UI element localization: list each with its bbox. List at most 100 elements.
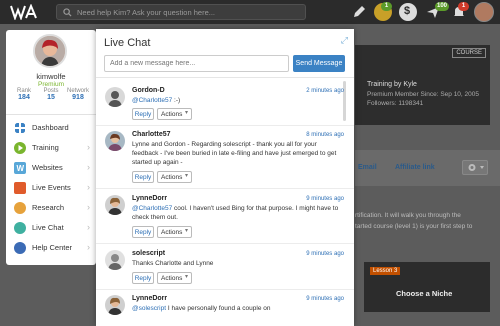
- reply-button[interactable]: Reply: [132, 171, 154, 183]
- reply-button[interactable]: Reply: [132, 272, 154, 284]
- wealthy-affiliate-logo[interactable]: [10, 3, 44, 21]
- pencil-icon[interactable]: [350, 3, 368, 21]
- caret-down-icon: ▾: [184, 110, 188, 116]
- course-hero: COURSE Training by Kyle Premium Member S…: [355, 45, 490, 125]
- chat-text: @solescript I have personally found a co…: [132, 304, 344, 313]
- sidebar: kimwolfe Premium Rank 184 Posts 15 Netwo…: [6, 30, 96, 265]
- chat-author[interactable]: solescript: [132, 250, 165, 257]
- chat-text: @Charlotte57 :-): [132, 96, 344, 105]
- course-description-line: rtification. It will walk you through th…: [355, 212, 461, 219]
- stat-posts[interactable]: Posts 15: [37, 88, 65, 101]
- sidebar-item-label: Websites: [32, 163, 63, 172]
- avatar[interactable]: [105, 131, 125, 151]
- calendar-icon: [14, 182, 26, 194]
- sidebar-item-label: Live Chat: [32, 223, 64, 232]
- mention-link[interactable]: @solescript: [132, 305, 166, 312]
- chat-text: @Charlotte57 cool. I haven't used Bing f…: [132, 204, 344, 222]
- stat-rank[interactable]: Rank 184: [10, 88, 38, 101]
- reply-button[interactable]: Reply: [132, 108, 154, 120]
- dollar-icon[interactable]: $: [399, 3, 417, 21]
- actions-dropdown[interactable]: Actions ▾: [157, 226, 192, 238]
- chat-timestamp: 9 minutes ago: [306, 251, 344, 257]
- member-since: Premium Member Since: Sep 10, 2005: [367, 91, 479, 98]
- chat-timestamp: 8 minutes ago: [306, 132, 344, 138]
- caret-down-icon: ▾: [184, 274, 188, 280]
- lesson-thumbnail[interactable]: Lesson 3 Choose a Niche: [364, 262, 490, 312]
- sidebar-item-research[interactable]: Research ›: [6, 198, 96, 218]
- trainer-name: Training by Kyle: [367, 81, 417, 88]
- caret-down-icon: ▾: [184, 173, 188, 179]
- sidebar-item-help-center[interactable]: Help Center ›: [6, 238, 96, 258]
- reply-button[interactable]: Reply: [132, 226, 154, 238]
- chevron-right-icon: ›: [87, 182, 90, 192]
- svg-text:W: W: [17, 164, 25, 173]
- mention-link[interactable]: @Charlotte57: [132, 97, 172, 104]
- live-chat-title: Live Chat: [104, 37, 151, 49]
- course-description-line: tarted course (level 1) is your first st…: [355, 223, 473, 230]
- chat-author[interactable]: Charlotte57: [132, 131, 171, 138]
- avatar[interactable]: [33, 34, 67, 68]
- sidebar-item-label: Live Events: [32, 183, 71, 192]
- help-icon: [14, 242, 26, 254]
- actions-label: Actions: [161, 228, 183, 236]
- avatar[interactable]: [105, 295, 125, 315]
- chat-message-field[interactable]: [105, 56, 288, 71]
- caret-down-icon: ▾: [184, 228, 188, 234]
- sidebar-item-training[interactable]: Training ›: [6, 138, 96, 158]
- mention-link[interactable]: @Charlotte57: [132, 205, 172, 212]
- chevron-right-icon: ›: [87, 162, 90, 172]
- divider: [6, 114, 96, 115]
- notifications-badge: 1: [458, 2, 469, 11]
- chat-author[interactable]: LynneDorr: [132, 195, 167, 202]
- stat-value: 918: [72, 94, 84, 101]
- chevron-right-icon: ›: [87, 202, 90, 212]
- sidebar-item-live-chat[interactable]: Live Chat ›: [6, 218, 96, 238]
- sidebar-item-live-events[interactable]: Live Events ›: [6, 178, 96, 198]
- actions-label: Actions: [161, 274, 183, 282]
- search-input[interactable]: Need help Kim? Ask your question here...: [56, 4, 306, 20]
- search-icon: [63, 8, 72, 17]
- email-link[interactable]: Email: [358, 164, 377, 171]
- messages-badge: 100: [435, 2, 450, 11]
- expand-icon[interactable]: ⤢: [341, 35, 348, 46]
- stat-value: 15: [47, 94, 55, 101]
- divider: [96, 125, 354, 126]
- chat-author[interactable]: Gordon-D: [132, 87, 165, 94]
- actions-dropdown[interactable]: Actions ▾: [157, 108, 192, 120]
- search-placeholder: Need help Kim? Ask your question here...: [77, 8, 215, 17]
- avatar[interactable]: [105, 250, 125, 270]
- avatar[interactable]: [105, 195, 125, 215]
- affiliate-link[interactable]: Affiliate link: [395, 164, 435, 171]
- stat-network[interactable]: Network 918: [64, 88, 92, 101]
- chat-timestamp: 9 minutes ago: [306, 296, 344, 302]
- avatar[interactable]: [105, 87, 125, 107]
- chat-timestamp: 2 minutes ago: [306, 88, 344, 94]
- actions-label: Actions: [161, 110, 183, 118]
- membership-level: Premium: [37, 81, 64, 88]
- divider: [96, 188, 354, 189]
- chat-author[interactable]: LynneDorr: [132, 295, 167, 302]
- settings-gear-button[interactable]: [462, 160, 488, 175]
- send-message-button[interactable]: Send Message: [293, 55, 345, 72]
- chat-text-body: Lynne and Gordon - Regarding solescript …: [132, 141, 337, 166]
- chat-text-body: Thanks Charlotte and Lynne: [132, 260, 214, 267]
- sidebar-item-websites[interactable]: W Websites ›: [6, 158, 96, 178]
- chat-text: Lynne and Gordon - Regarding solescript …: [132, 140, 344, 167]
- sidebar-item-label: Research: [32, 203, 65, 212]
- lesson-title: Choose a Niche: [396, 289, 453, 298]
- sidebar-item-label: Help Center: [32, 243, 73, 252]
- lesson-label: Lesson 3: [370, 267, 401, 275]
- live-chat-panel: Live Chat ⤢ Send Message Gordon-D 2 minu…: [96, 29, 354, 326]
- chat-message-input[interactable]: [104, 55, 289, 72]
- course-button[interactable]: COURSE: [452, 48, 486, 58]
- divider: [96, 77, 354, 78]
- user-avatar-small[interactable]: [474, 2, 494, 22]
- actions-dropdown[interactable]: Actions ▾: [157, 171, 192, 183]
- chat-text-body: :-): [172, 97, 181, 104]
- sidebar-item-dashboard[interactable]: Dashboard: [6, 118, 96, 138]
- stat-value: 184: [18, 94, 30, 101]
- username[interactable]: kimwolfe: [6, 72, 96, 81]
- actions-dropdown[interactable]: Actions ▾: [157, 272, 192, 284]
- sidebar-item-label: Training: [32, 143, 59, 152]
- dashboard-icon: [15, 123, 25, 133]
